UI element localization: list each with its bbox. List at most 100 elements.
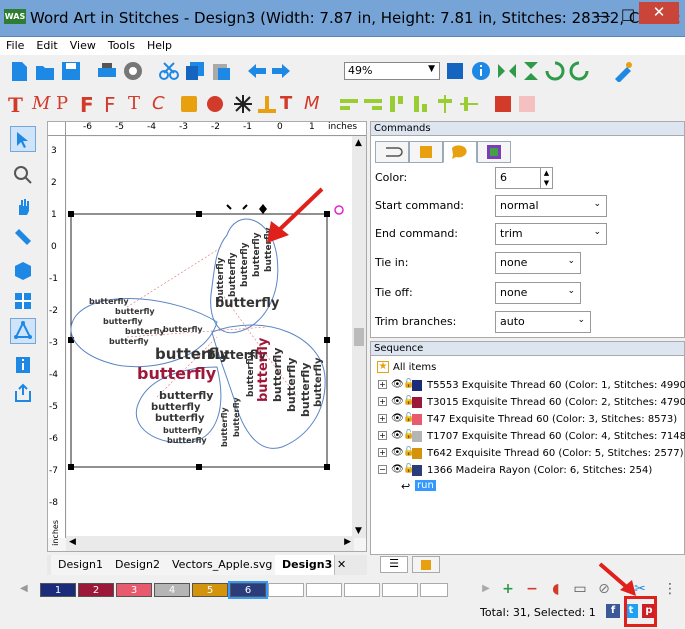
expand-icon[interactable]: + — [378, 448, 387, 457]
ungroup-icon[interactable] — [516, 93, 538, 115]
vertical-scrollbar[interactable]: ▲ ▼ — [352, 136, 366, 538]
select-arrow-icon[interactable] — [10, 126, 36, 152]
menu-tools[interactable]: Tools — [102, 37, 141, 52]
tab-command-icon[interactable] — [443, 141, 477, 163]
sequence-item[interactable]: + 👁 🔓 T642 Exquisite Thread 60 (Color: 5, S… — [378, 446, 685, 462]
expand-icon[interactable]: + — [378, 380, 387, 389]
more-options-icon[interactable]: ⋮ — [660, 579, 680, 599]
sequence-item[interactable]: + 👁 🔓 T5553 Exquisite Thread 60 (Color: 1, … — [378, 378, 685, 394]
text-style-6-icon[interactable]: T — [128, 93, 150, 115]
collapse-icon[interactable]: − — [378, 465, 387, 474]
zoom-icon[interactable] — [10, 162, 36, 188]
undo-icon[interactable] — [246, 60, 268, 82]
drawing-area[interactable]: butterfly butterfly butterfly butterfly … — [67, 137, 353, 537]
tab-design3[interactable]: Design3 — [275, 555, 335, 575]
open-folder-icon[interactable] — [34, 60, 56, 82]
info-icon[interactable] — [470, 60, 492, 82]
start-command-select[interactable]: normal ⌄ — [495, 195, 607, 217]
sequence-item[interactable]: − 👁 🔓 1366 Madeira Rayon (Color: 6, Stitche… — [378, 463, 685, 479]
sequence-tool-icon[interactable] — [10, 318, 36, 344]
cut-icon[interactable] — [158, 60, 180, 82]
palette-color-3[interactable]: 3 — [116, 583, 152, 597]
center-horizontal-icon[interactable] — [434, 93, 456, 115]
grid-icon[interactable] — [10, 288, 36, 314]
fit-icon[interactable] — [444, 60, 466, 82]
sequence-right-arrow-icon[interactable]: ▶ — [476, 579, 496, 599]
text-style-3-icon[interactable]: P — [56, 93, 78, 115]
tie-off-select[interactable]: none ⌄ — [495, 282, 581, 304]
redo-icon[interactable] — [270, 60, 292, 82]
mirror-vertical-icon[interactable] — [520, 60, 542, 82]
text-tool-icon[interactable]: T — [8, 93, 30, 117]
export-icon[interactable] — [10, 380, 36, 406]
all-items-row[interactable]: ★ All items — [377, 361, 685, 377]
measure-icon[interactable] — [10, 224, 36, 250]
group-icon[interactable] — [492, 93, 514, 115]
align-top-icon[interactable] — [386, 93, 408, 115]
align-left-icon[interactable] — [338, 93, 360, 115]
menu-help[interactable]: Help — [141, 37, 178, 52]
eye-icon[interactable]: 👁 — [391, 379, 404, 390]
text-style-2-icon[interactable]: M — [32, 93, 54, 115]
mirror-horizontal-icon[interactable] — [496, 60, 518, 82]
add-icon[interactable]: + — [498, 579, 518, 599]
print-preview-icon[interactable] — [122, 60, 144, 82]
color-view-icon[interactable] — [412, 556, 440, 573]
expand-icon[interactable]: + — [378, 431, 387, 440]
text-style-4-icon[interactable]: F — [80, 93, 102, 117]
tab-path-icon[interactable] — [375, 141, 409, 163]
close-button[interactable]: ✕ — [639, 2, 679, 24]
butterfly-design[interactable]: butterfly butterfly butterfly butterfly … — [67, 137, 353, 537]
palette-empty-slot[interactable] — [420, 583, 448, 597]
tab-image-icon[interactable] — [477, 141, 511, 163]
rotate-left-icon[interactable] — [544, 60, 566, 82]
pan-hand-icon[interactable] — [10, 194, 36, 220]
rotate-right-icon[interactable] — [568, 60, 590, 82]
wizard-icon[interactable] — [612, 60, 634, 83]
preview-icon[interactable]: ▭ — [570, 579, 590, 599]
palette-empty-slot[interactable] — [344, 583, 380, 597]
baseline-icon[interactable] — [256, 93, 278, 115]
run-command-row[interactable]: ↩ run — [401, 480, 461, 496]
star-icon[interactable] — [232, 93, 254, 115]
eye-icon[interactable]: 👁 — [391, 413, 404, 424]
eye-icon[interactable]: 👁 — [391, 430, 404, 441]
align-bottom-icon[interactable] — [410, 93, 432, 115]
print-icon[interactable] — [96, 60, 118, 82]
text-warp-icon[interactable]: M — [304, 93, 326, 115]
text-fit-icon[interactable]: T — [280, 93, 302, 115]
color-spinner[interactable]: 6 ▲ ▼ — [495, 167, 553, 189]
tab-fill-icon[interactable] — [409, 141, 443, 163]
close-tab-icon[interactable]: ✕ — [337, 558, 346, 571]
align-right-icon[interactable] — [362, 93, 384, 115]
menu-view[interactable]: View — [64, 37, 102, 52]
trim-branches-select[interactable]: auto ⌄ — [495, 311, 591, 333]
sequence-item[interactable]: + 👁 🔓 T1707 Exquisite Thread 60 (Color: 4, … — [378, 429, 685, 445]
sequence-item[interactable]: + 👁 🔓 T47 Exquisite Thread 60 (Color: 3, St… — [378, 412, 685, 428]
palette-empty-slot[interactable] — [382, 583, 418, 597]
color-change-icon[interactable]: ◖ — [546, 579, 566, 599]
end-command-select[interactable]: trim ⌄ — [495, 223, 607, 245]
facebook-icon[interactable]: f — [606, 604, 620, 618]
remove-icon[interactable]: − — [522, 579, 542, 599]
text-style-5-icon[interactable]: F — [104, 93, 126, 117]
palette-empty-slot[interactable] — [268, 583, 304, 597]
menu-edit[interactable]: Edit — [30, 37, 63, 52]
3d-cube-icon[interactable] — [10, 258, 36, 284]
maximize-button[interactable]: ☐ — [615, 5, 641, 27]
palette-empty-slot[interactable] — [306, 583, 342, 597]
list-view-icon[interactable]: ☰ — [380, 556, 408, 573]
shape-icon[interactable] — [204, 93, 226, 115]
eye-icon[interactable]: 👁 — [391, 447, 404, 458]
copy-icon[interactable] — [184, 60, 206, 82]
minimize-button[interactable]: — — [590, 5, 616, 27]
expand-icon[interactable]: + — [378, 414, 387, 423]
tie-in-select[interactable]: none ⌄ — [495, 252, 581, 274]
palette-color-2[interactable]: 2 — [78, 583, 114, 597]
eye-icon[interactable]: 👁 — [391, 396, 404, 407]
sequence-item[interactable]: + 👁 🔓 T3015 Exquisite Thread 60 (Color: 2, … — [378, 395, 685, 411]
info-panel-icon[interactable] — [10, 352, 36, 378]
expand-icon[interactable]: + — [378, 397, 387, 406]
palette-left-arrow-icon[interactable]: ◀ — [20, 583, 28, 594]
new-file-icon[interactable] — [8, 60, 30, 82]
